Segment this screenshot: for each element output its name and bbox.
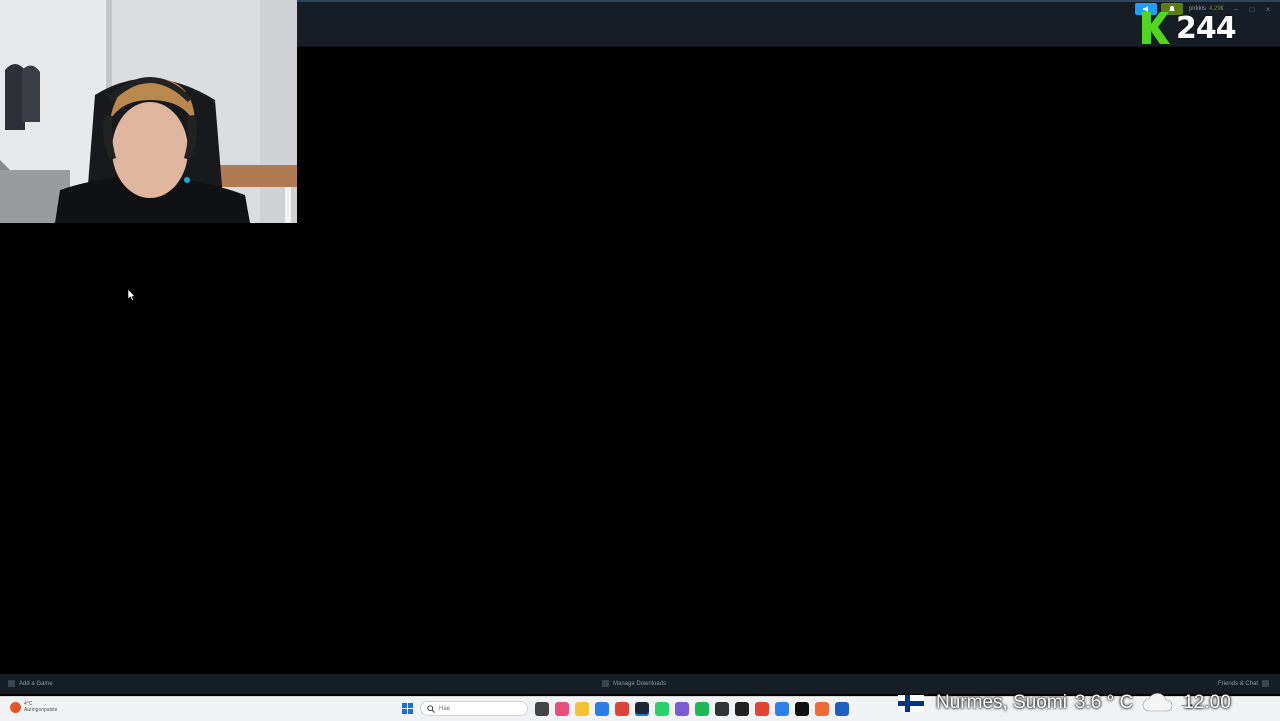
add-game-button[interactable]: Add a Game: [8, 680, 53, 687]
search-placeholder: Hae: [439, 705, 451, 712]
finland-flag-icon: [898, 694, 924, 712]
obs-icon[interactable]: [715, 702, 729, 716]
manage-downloads-label: Manage Downloads: [613, 680, 667, 687]
taskbar-search-input[interactable]: Hae: [420, 701, 528, 716]
friends-chat-button[interactable]: Friends & Chat: [1218, 680, 1270, 687]
webcam-feed: [0, 0, 297, 223]
counter-value: 244: [1176, 10, 1237, 46]
pinned-apps: [535, 702, 849, 716]
start-button[interactable]: [402, 703, 414, 715]
weather-text: 4°C Auringonpaiste: [24, 701, 57, 713]
weather-desc: Auringonpaiste: [24, 707, 58, 713]
task-view-icon[interactable]: [535, 702, 549, 716]
steam-icon[interactable]: [635, 702, 649, 716]
add-game-label: Add a Game: [19, 680, 53, 687]
search-icon: [427, 704, 435, 713]
copilot-icon[interactable]: [555, 702, 569, 716]
header-accent-line: [297, 0, 1280, 2]
app-pen-icon[interactable]: [835, 702, 849, 716]
download-icon: [602, 680, 609, 687]
chat-icon: [1262, 680, 1270, 687]
plus-icon: [8, 680, 15, 687]
manage-downloads-button[interactable]: Manage Downloads: [602, 680, 666, 687]
mouse-cursor-icon: [128, 289, 136, 301]
webcam-overlay: [0, 0, 297, 223]
chrome-icon[interactable]: [615, 702, 629, 716]
x-icon[interactable]: [795, 702, 809, 716]
whatsapp-icon[interactable]: [655, 702, 669, 716]
app-red-icon[interactable]: [755, 702, 769, 716]
cloud-icon: [1142, 693, 1173, 712]
location-name: Nurmes, Suomi: [936, 692, 1067, 713]
file-explorer-icon[interactable]: [575, 702, 589, 716]
messenger-icon[interactable]: [675, 702, 689, 716]
app-k-icon[interactable]: [735, 702, 749, 716]
close-button[interactable]: ×: [1262, 3, 1274, 15]
location-time: 12.00: [1183, 692, 1231, 713]
app-blue-icon[interactable]: [775, 702, 789, 716]
counter-overlay: K 244: [1140, 10, 1248, 46]
edge-icon[interactable]: [595, 702, 609, 716]
taskbar-weather-widget[interactable]: 4°C Auringonpaiste: [10, 701, 57, 713]
location-temperature: 3.6 ° C: [1074, 692, 1134, 713]
spotify-icon[interactable]: [695, 702, 709, 716]
location-overlay: Nurmes, Suomi 3.6 ° C 12.00: [898, 689, 1231, 717]
app-orange-icon[interactable]: [815, 702, 829, 716]
sun-icon: [10, 701, 21, 713]
friends-chat-label: Friends & Chat: [1218, 680, 1259, 687]
k-logo-icon: K: [1142, 12, 1170, 44]
